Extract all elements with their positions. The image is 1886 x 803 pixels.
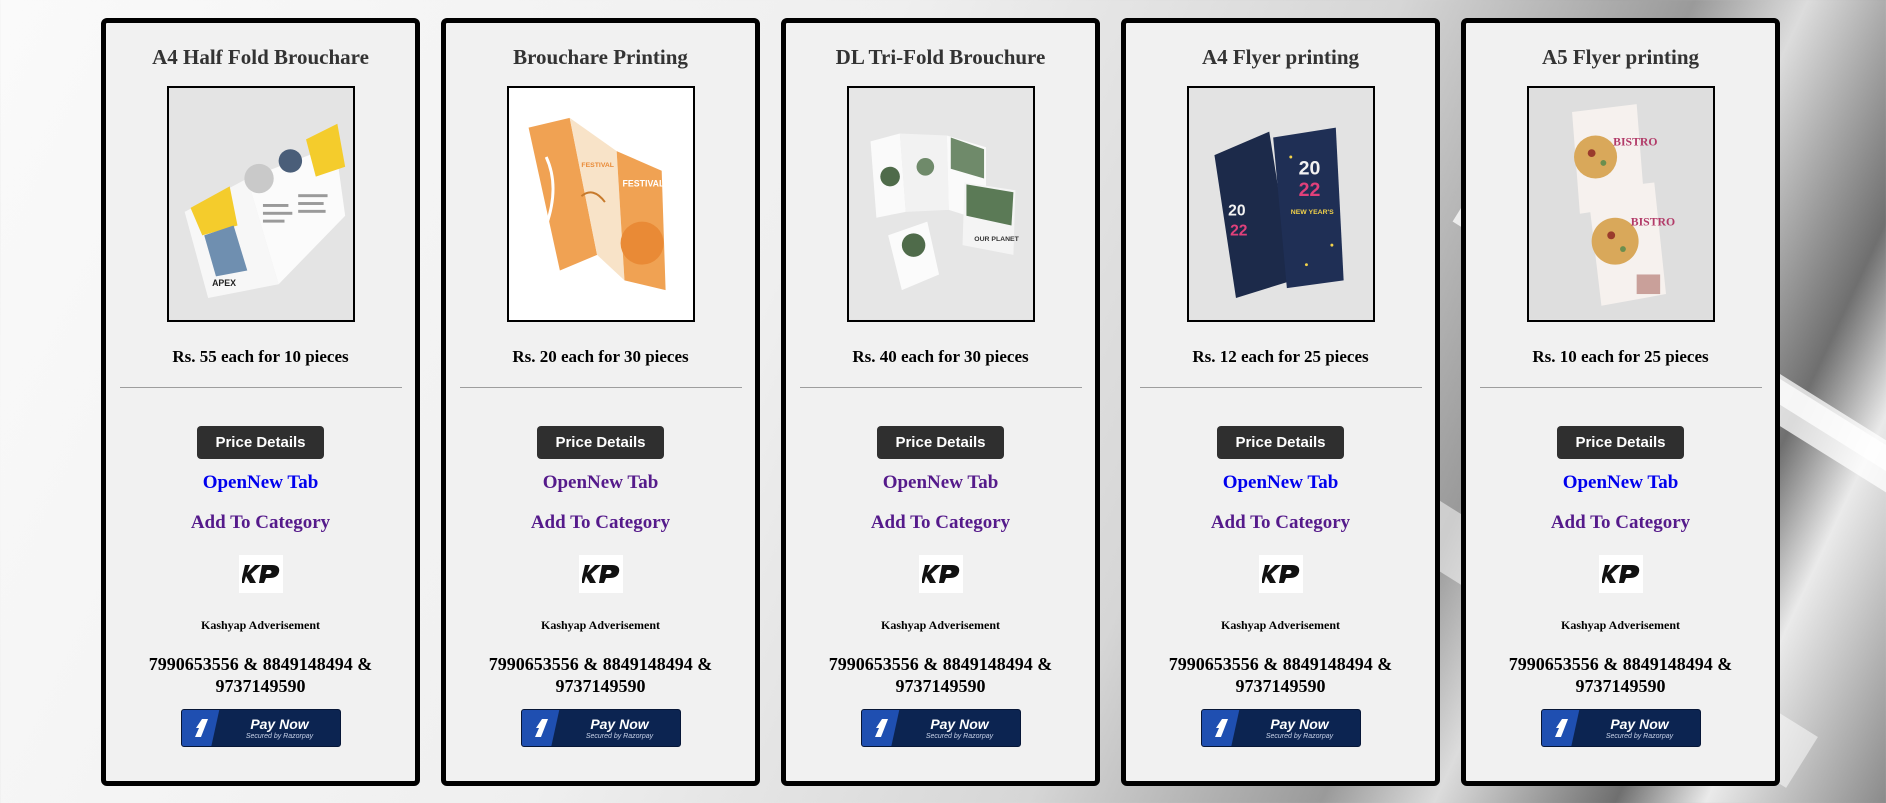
kp-logo <box>918 555 963 593</box>
divider <box>1139 387 1422 388</box>
svg-text:FESTIVAL: FESTIVAL <box>622 178 664 188</box>
kp-logo <box>1598 555 1643 593</box>
kp-logo-icon <box>921 565 959 583</box>
price-details-button[interactable]: Price Details <box>537 426 664 459</box>
svg-text:FESTIVAL: FESTIVAL <box>581 162 614 169</box>
kp-logo <box>238 555 283 593</box>
divider <box>459 387 742 388</box>
svg-text:20: 20 <box>1298 158 1320 180</box>
festival-brochure-image: FESTIVAL FESTIVAL <box>508 88 693 320</box>
price-details-button[interactable]: Price Details <box>877 426 1004 459</box>
pay-secured-label: Secured by Razorpay <box>1265 732 1334 740</box>
razorpay-icon <box>1541 710 1580 746</box>
company-name: Kashyap Adverisement <box>200 618 320 632</box>
price-text: Rs. 40 each for 30 pieces <box>852 347 1029 366</box>
price-details-button[interactable]: Price Details <box>197 426 324 459</box>
price-text: Rs. 12 each for 25 pieces <box>1192 347 1369 366</box>
open-new-tab-link[interactable]: OpenNew Tab <box>883 472 999 494</box>
product-title: DL Tri-Fold Brouchure <box>835 45 1046 69</box>
phone-numbers: 7990653556 & 8849148494 & 9737149590 <box>1508 654 1733 696</box>
tri-fold-brochure-image: OUR PLANET <box>848 88 1033 320</box>
pay-now-label: Pay Now <box>1610 715 1669 732</box>
add-to-category-link[interactable]: Add To Category <box>1211 512 1350 534</box>
half-fold-brochure-image: APEX <box>168 88 353 320</box>
add-to-category-link[interactable]: Add To Category <box>191 512 330 534</box>
open-new-tab-link[interactable]: OpenNew Tab <box>1563 472 1679 494</box>
pay-now-label: Pay Now <box>930 715 989 732</box>
svg-text:22: 22 <box>1298 179 1320 201</box>
pay-secured-label: Secured by Razorpay <box>585 732 654 740</box>
product-image[interactable]: 20 22 NEW YEAR'S 20 22 <box>1186 86 1375 322</box>
kp-logo-icon <box>1261 565 1299 583</box>
add-to-category-link[interactable]: Add To Category <box>871 512 1010 534</box>
pay-now-button[interactable]: Pay Now Secured by Razorpay <box>1540 709 1701 747</box>
company-name: Kashyap Adverisement <box>1220 618 1340 632</box>
kp-logo-icon <box>241 565 279 583</box>
company-name: Kashyap Adverisement <box>880 618 1000 632</box>
product-title: A5 Flyer printing <box>1541 45 1700 69</box>
divider <box>799 387 1082 388</box>
open-new-tab-link[interactable]: OpenNew Tab <box>203 472 319 494</box>
phone-numbers: 7990653556 & 8849148494 & 9737149590 <box>488 654 713 696</box>
product-image[interactable]: OUR PLANET <box>846 86 1035 322</box>
phone-numbers: 7990653556 & 8849148494 & 9737149590 <box>148 654 373 696</box>
product-image[interactable]: APEX <box>166 86 355 322</box>
price-text: Rs. 55 each for 10 pieces <box>172 347 349 366</box>
pay-now-label: Pay Now <box>590 715 649 732</box>
company-name: Kashyap Adverisement <box>1560 618 1680 632</box>
svg-text:BISTRO: BISTRO <box>1613 135 1657 148</box>
pay-secured-label: Secured by Razorpay <box>1605 732 1674 740</box>
bistro-flyer-image: BISTRO BISTRO <box>1528 88 1713 320</box>
svg-text:22: 22 <box>1230 222 1248 239</box>
add-to-category-link[interactable]: Add To Category <box>531 512 670 534</box>
price-details-button[interactable]: Price Details <box>1557 426 1684 459</box>
product-title: A4 Flyer printing <box>1201 45 1360 69</box>
product-card: A4 Half Fold Brouchare APEX Rs. 55 each … <box>101 18 420 786</box>
product-card: DL Tri-Fold Brouchure OUR PLANET Rs. 40 … <box>781 18 1100 786</box>
pay-now-button[interactable]: Pay Now Secured by Razorpay <box>180 709 341 747</box>
product-title: A4 Half Fold Brouchare <box>152 45 369 69</box>
pay-now-button[interactable]: Pay Now Secured by Razorpay <box>520 709 681 747</box>
pay-now-button[interactable]: Pay Now Secured by Razorpay <box>1200 709 1361 747</box>
kp-logo <box>1258 555 1303 593</box>
company-name: Kashyap Adverisement <box>540 618 660 632</box>
product-grid: A4 Half Fold Brouchare APEX Rs. 55 each … <box>101 18 1780 786</box>
kp-logo <box>578 555 623 593</box>
pay-now-label: Pay Now <box>1270 715 1329 732</box>
svg-text:20: 20 <box>1228 203 1246 220</box>
product-image[interactable]: BISTRO BISTRO <box>1526 86 1715 322</box>
product-title: Brouchare Printing <box>513 45 688 69</box>
phone-numbers: 7990653556 & 8849148494 & 9737149590 <box>1168 654 1393 696</box>
price-text: Rs. 10 each for 25 pieces <box>1532 347 1709 366</box>
pay-secured-label: Secured by Razorpay <box>245 732 314 740</box>
pay-secured-label: Secured by Razorpay <box>925 732 994 740</box>
divider <box>119 387 402 388</box>
price-text: Rs. 20 each for 30 pieces <box>512 347 689 366</box>
svg-text:OUR PLANET: OUR PLANET <box>974 236 1019 243</box>
kp-logo-icon <box>1601 565 1639 583</box>
razorpay-icon <box>181 710 220 746</box>
product-card: Brouchare Printing FESTIVAL FESTIVAL Rs.… <box>441 18 760 786</box>
razorpay-icon <box>1201 710 1240 746</box>
product-image[interactable]: FESTIVAL FESTIVAL <box>506 86 695 322</box>
new-year-flyer-image: 20 22 NEW YEAR'S 20 22 <box>1188 88 1373 320</box>
open-new-tab-link[interactable]: OpenNew Tab <box>543 472 659 494</box>
open-new-tab-link[interactable]: OpenNew Tab <box>1223 472 1339 494</box>
pay-now-label: Pay Now <box>250 715 309 732</box>
pay-now-button[interactable]: Pay Now Secured by Razorpay <box>860 709 1021 747</box>
price-details-button[interactable]: Price Details <box>1217 426 1344 459</box>
kp-logo-icon <box>581 565 619 583</box>
svg-text:NEW YEAR'S: NEW YEAR'S <box>1290 209 1333 216</box>
divider <box>1479 387 1762 388</box>
razorpay-icon <box>861 710 900 746</box>
add-to-category-link[interactable]: Add To Category <box>1551 512 1690 534</box>
razorpay-icon <box>521 710 560 746</box>
product-card: A4 Flyer printing 20 22 NEW YEAR'S 20 22… <box>1121 18 1440 786</box>
svg-text:BISTRO: BISTRO <box>1630 216 1674 229</box>
product-card: A5 Flyer printing BISTRO BISTRO Rs. 10 e… <box>1461 18 1780 786</box>
svg-text:APEX: APEX <box>212 278 236 288</box>
phone-numbers: 7990653556 & 8849148494 & 9737149590 <box>828 654 1053 696</box>
